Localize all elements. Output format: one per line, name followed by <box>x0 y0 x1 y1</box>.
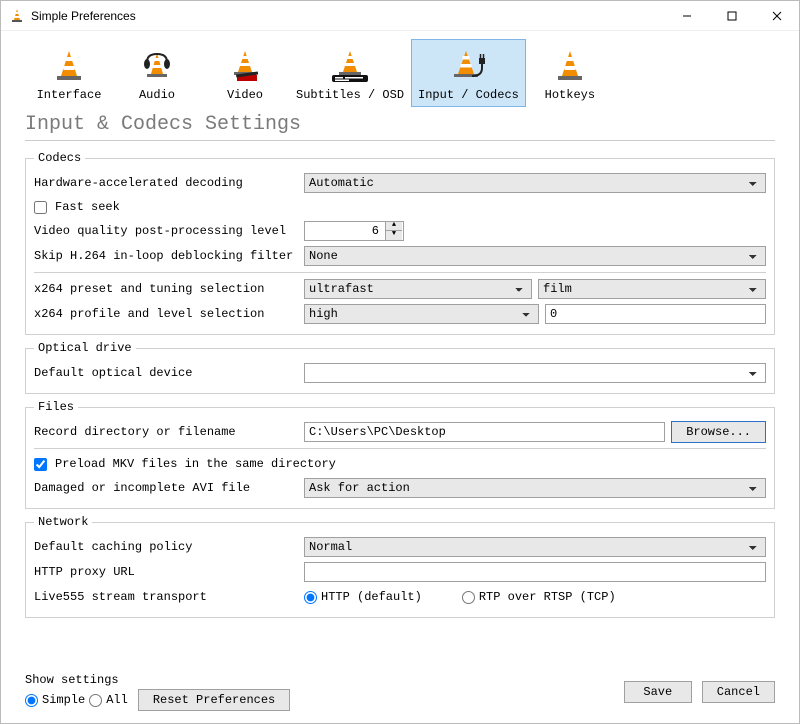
optical-legend: Optical drive <box>34 341 136 355</box>
browse-button[interactable]: Browse... <box>671 421 766 443</box>
tab-input-codecs-label: Input / Codecs <box>418 88 519 102</box>
live555-http-radio[interactable] <box>304 591 317 604</box>
files-legend: Files <box>34 400 78 414</box>
hw-decoding-label: Hardware-accelerated decoding <box>34 176 304 190</box>
vlc-app-icon <box>9 8 25 24</box>
show-settings-all[interactable]: All <box>89 693 128 707</box>
spinner-down-icon[interactable]: ▼ <box>386 231 402 240</box>
clapper-cone-icon <box>225 46 265 86</box>
simple-radio[interactable] <box>25 694 38 707</box>
codecs-group: Codecs Hardware-accelerated decoding Aut… <box>25 151 775 335</box>
subtitles-cone-icon <box>330 46 370 86</box>
x264-profile-select[interactable]: high <box>304 304 539 324</box>
show-settings-label: Show settings <box>25 673 290 687</box>
optical-device-label: Default optical device <box>34 366 304 380</box>
tab-video[interactable]: Video <box>201 39 289 107</box>
preload-mkv-checkbox[interactable] <box>34 458 47 471</box>
fast-seek-label: Fast seek <box>55 200 120 214</box>
preload-mkv-label: Preload MKV files in the same directory <box>55 457 336 471</box>
live555-rtp-radio[interactable] <box>462 591 475 604</box>
quality-label: Video quality post-processing level <box>34 224 304 238</box>
window-title: Simple Preferences <box>31 9 664 23</box>
tab-subtitles-label: Subtitles / OSD <box>296 88 404 102</box>
tab-video-label: Video <box>227 88 263 102</box>
optical-group: Optical drive Default optical device <box>25 341 775 394</box>
maximize-button[interactable] <box>709 1 754 30</box>
network-group: Network Default caching policy Normal HT… <box>25 515 775 618</box>
footer: Show settings Simple All Reset Preferenc… <box>1 667 799 723</box>
headphones-cone-icon <box>137 46 177 86</box>
cancel-button[interactable]: Cancel <box>702 681 775 703</box>
divider <box>25 140 775 141</box>
tab-hotkeys[interactable]: Hotkeys <box>526 39 614 107</box>
codecs-legend: Codecs <box>34 151 85 165</box>
cone-icon <box>550 46 590 86</box>
divider <box>34 448 766 449</box>
damaged-avi-select[interactable]: Ask for action <box>304 478 766 498</box>
category-toolbar: Interface Audio Video Subtitles / OSD In… <box>1 31 799 107</box>
proxy-input[interactable] <box>304 562 766 582</box>
optical-device-select[interactable] <box>304 363 766 383</box>
x264-preset-label: x264 preset and tuning selection <box>34 282 304 296</box>
live555-label: Live555 stream transport <box>34 590 304 604</box>
x264-tuning-select[interactable]: film <box>538 279 766 299</box>
page-title: Input & Codecs Settings <box>1 107 799 140</box>
files-group: Files Record directory or filename Brows… <box>25 400 775 509</box>
plug-cone-icon <box>448 46 488 86</box>
quality-input[interactable] <box>305 222 385 240</box>
content-area: Codecs Hardware-accelerated decoding Aut… <box>1 147 799 667</box>
record-dir-input[interactable] <box>304 422 665 442</box>
x264-profile-label: x264 profile and level selection <box>34 307 304 321</box>
x264-level-input[interactable] <box>545 304 766 324</box>
live555-rtp-option[interactable]: RTP over RTSP (TCP) <box>462 590 616 604</box>
tab-audio-label: Audio <box>139 88 175 102</box>
skip-h264-label: Skip H.264 in-loop deblocking filter <box>34 249 304 263</box>
tab-hotkeys-label: Hotkeys <box>545 88 595 102</box>
tab-interface[interactable]: Interface <box>25 39 113 107</box>
fast-seek-checkbox[interactable] <box>34 201 47 214</box>
caching-select[interactable]: Normal <box>304 537 766 557</box>
skip-h264-select[interactable]: None <box>304 246 766 266</box>
quality-spinner[interactable]: ▲▼ <box>304 221 404 241</box>
network-legend: Network <box>34 515 92 529</box>
minimize-button[interactable] <box>664 1 709 30</box>
close-button[interactable] <box>754 1 799 30</box>
divider <box>34 272 766 273</box>
tab-audio[interactable]: Audio <box>113 39 201 107</box>
cone-icon <box>49 46 89 86</box>
show-settings-simple[interactable]: Simple <box>25 693 85 707</box>
tab-interface-label: Interface <box>37 88 102 102</box>
save-button[interactable]: Save <box>624 681 692 703</box>
hw-decoding-select[interactable]: Automatic <box>304 173 766 193</box>
reset-preferences-button[interactable]: Reset Preferences <box>138 689 290 711</box>
titlebar: Simple Preferences <box>1 1 799 31</box>
proxy-label: HTTP proxy URL <box>34 565 304 579</box>
all-radio[interactable] <box>89 694 102 707</box>
preferences-window: Simple Preferences Interface Audio Video <box>0 0 800 724</box>
tab-input-codecs[interactable]: Input / Codecs <box>411 39 526 107</box>
tab-subtitles[interactable]: Subtitles / OSD <box>289 39 411 107</box>
caching-label: Default caching policy <box>34 540 304 554</box>
record-dir-label: Record directory or filename <box>34 425 304 439</box>
x264-preset-select[interactable]: ultrafast <box>304 279 532 299</box>
live555-http-option[interactable]: HTTP (default) <box>304 590 422 604</box>
damaged-avi-label: Damaged or incomplete AVI file <box>34 481 304 495</box>
